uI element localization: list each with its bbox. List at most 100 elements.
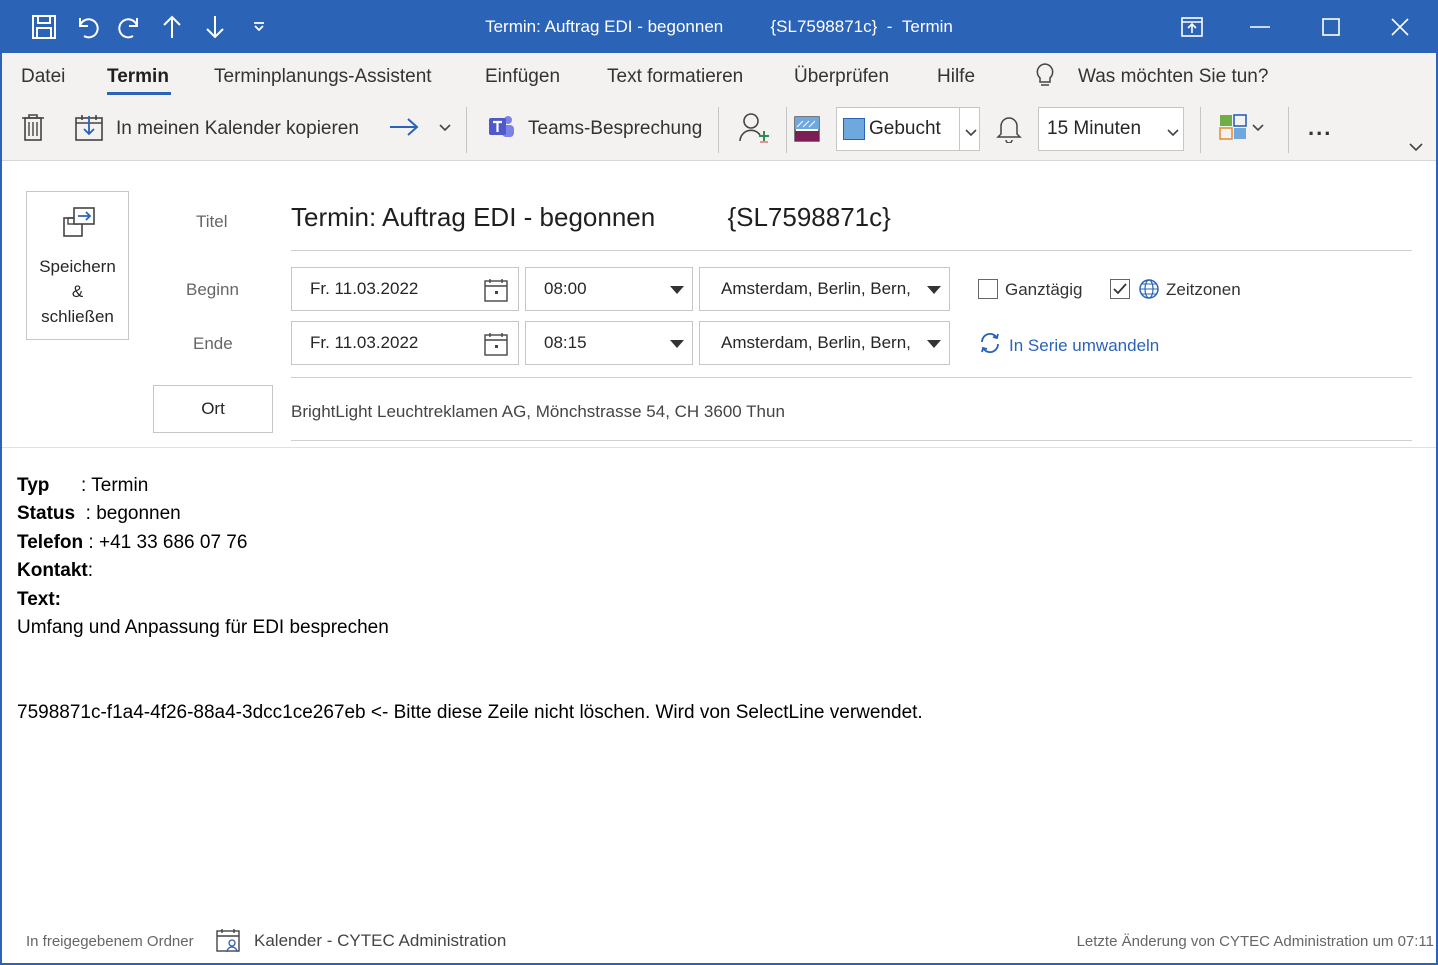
title-underline: [291, 250, 1412, 251]
make-recurring-label: In Serie umwandeln: [1009, 335, 1160, 355]
title-bar: Termin: Auftrag EDI - begonnen {SL759887…: [0, 0, 1438, 53]
active-tab-indicator: [107, 92, 171, 95]
make-recurring-link[interactable]: In Serie umwandeln: [978, 332, 1159, 359]
status-value: : begonnen: [75, 503, 181, 524]
body-guid-line: 7598871c-f1a4-4f26-88a4-3dcc1ce267eb <- …: [17, 702, 923, 723]
time-section-divider: [291, 377, 1412, 378]
calendar-name: Kalender - CYTEC Administration: [254, 931, 507, 950]
arrow-up-icon[interactable]: [155, 10, 189, 44]
tab-datei[interactable]: Datei: [21, 66, 65, 88]
teams-meeting-label: Teams-Besprechung: [528, 118, 703, 139]
undo-icon[interactable]: [70, 10, 104, 44]
tell-me-search[interactable]: Was möchten Sie tun?: [1034, 62, 1268, 92]
shared-folder-label: In freigegebenem Ordner: [26, 933, 194, 950]
end-label: Ende: [193, 334, 233, 353]
categorize-button[interactable]: [1218, 113, 1264, 145]
status-label: Status: [17, 503, 76, 524]
dropdown-arrow-icon: [670, 340, 684, 348]
chevron-down-icon: [1167, 125, 1179, 143]
end-date-field[interactable]: Fr. 11.03.2022: [291, 321, 519, 365]
shared-calendar-icon: [216, 928, 242, 959]
delete-button[interactable]: [20, 111, 46, 147]
ribbon-separator: [466, 107, 467, 153]
end-timezone-value: Amsterdam, Berlin, Bern,: [721, 333, 911, 352]
title-label: Titel: [196, 212, 228, 231]
allday-checkbox[interactable]: [978, 279, 998, 299]
chevron-down-icon: [1408, 139, 1424, 157]
save-close-line2: &: [71, 282, 84, 301]
checkmark-icon: [1113, 283, 1127, 295]
typ-label: Typ: [17, 475, 50, 496]
begin-time-select[interactable]: 08:00: [525, 267, 693, 311]
tab-ueberpruefen[interactable]: Überprüfen: [794, 66, 889, 88]
ribbon-toolbar: In meinen Kalender kopieren Teams-Bespre…: [2, 101, 1436, 161]
globe-icon: [1138, 278, 1160, 305]
window-title-main: Termin: Auftrag EDI - begonnen: [485, 16, 724, 36]
ribbon-separator: [786, 107, 787, 153]
busy-status-swatch: [843, 118, 865, 140]
ribbon-separator: [1200, 107, 1201, 153]
forward-button[interactable]: [388, 113, 420, 145]
calendar-icon[interactable]: [484, 278, 508, 307]
end-time-select[interactable]: 08:15: [525, 321, 693, 365]
dropdown-arrow-icon: [927, 340, 941, 348]
tell-me-text: Was möchten Sie tun?: [1078, 66, 1269, 87]
save-icon[interactable]: [27, 10, 61, 44]
begin-timezone-select[interactable]: Amsterdam, Berlin, Bern,: [699, 267, 950, 311]
location-input[interactable]: BrightLight Leuchtreklamen AG, Mönchstra…: [291, 402, 785, 422]
begin-date-field[interactable]: Fr. 11.03.2022: [291, 267, 519, 311]
begin-date-value: Fr. 11.03.2022: [310, 279, 419, 298]
minimize-icon[interactable]: [1226, 0, 1294, 53]
tab-text-formatieren[interactable]: Text formatieren: [607, 66, 743, 88]
body-text-value: Umfang und Anpassung für EDI besprechen: [17, 617, 389, 638]
last-change: Letzte Änderung von CYTEC Administration…: [1076, 933, 1434, 950]
reminder-select[interactable]: 15 Minuten: [1038, 107, 1184, 151]
reminder-value: 15 Minuten: [1047, 118, 1142, 139]
customize-toolbar-icon[interactable]: [242, 10, 276, 44]
save-and-close-button[interactable]: Speichern & schließen: [26, 191, 129, 340]
calendar-icon[interactable]: [484, 332, 508, 361]
forward-dropdown[interactable]: [438, 119, 452, 139]
kontakt-label: Kontakt: [17, 560, 88, 581]
tab-termin[interactable]: Termin: [107, 66, 169, 88]
tab-einfuegen[interactable]: Einfügen: [485, 66, 560, 88]
status-footer: In freigegebenem Ordner Kalender - CYTEC…: [2, 920, 1436, 963]
copy-to-calendar-button[interactable]: In meinen Kalender kopieren: [74, 111, 359, 147]
invite-attendees-button[interactable]: [738, 111, 770, 147]
expand-ribbon-button[interactable]: [1408, 141, 1424, 155]
arrow-down-icon[interactable]: [198, 10, 232, 44]
end-timezone-select[interactable]: Amsterdam, Berlin, Bern,: [699, 321, 950, 365]
location-underline: [291, 440, 1412, 441]
end-time-value: 08:15: [544, 333, 587, 352]
timezones-checkbox[interactable]: [1110, 279, 1130, 299]
ribbon-display-icon[interactable]: [1158, 0, 1226, 53]
more-options-label: ...: [1308, 115, 1333, 140]
telefon-label: Telefon: [17, 532, 84, 553]
redo-icon[interactable]: [113, 10, 147, 44]
trash-icon: [20, 112, 46, 147]
show-as-select[interactable]: Gebucht: [836, 107, 980, 151]
chevron-down-icon: [438, 120, 452, 138]
add-person-icon: [738, 111, 770, 148]
ribbon-separator: [718, 107, 719, 153]
close-icon[interactable]: [1366, 0, 1434, 53]
dropdown-arrow-icon: [670, 286, 684, 294]
more-options-button[interactable]: ...: [1308, 113, 1332, 143]
window-title-kind: Termin: [901, 16, 953, 36]
kontakt-value: :: [87, 560, 94, 581]
ribbon-tabs: Datei Termin Terminplanungs-Assistent Ei…: [2, 53, 1436, 101]
copy-to-calendar-label: In meinen Kalender kopieren: [116, 118, 359, 139]
tab-terminplanungs-assistent[interactable]: Terminplanungs-Assistent: [214, 66, 432, 88]
location-button[interactable]: Ort: [153, 385, 273, 433]
body-line-typ: Typ : Termin: [17, 475, 148, 497]
teams-meeting-button[interactable]: Teams-Besprechung: [486, 111, 702, 147]
title-input[interactable]: Termin: Auftrag EDI - begonnen {SL759887…: [291, 202, 891, 233]
tab-hilfe[interactable]: Hilfe: [937, 66, 975, 88]
teams-icon: [486, 113, 516, 146]
window-border-left: [0, 53, 2, 965]
categories-icon: [1218, 113, 1248, 146]
maximize-icon[interactable]: [1297, 0, 1365, 53]
recurrence-icon: [978, 332, 1002, 359]
body-line-telefon: Telefon : +41 33 686 07 76: [17, 532, 247, 554]
body-line-kontakt: Kontakt:: [17, 560, 93, 582]
